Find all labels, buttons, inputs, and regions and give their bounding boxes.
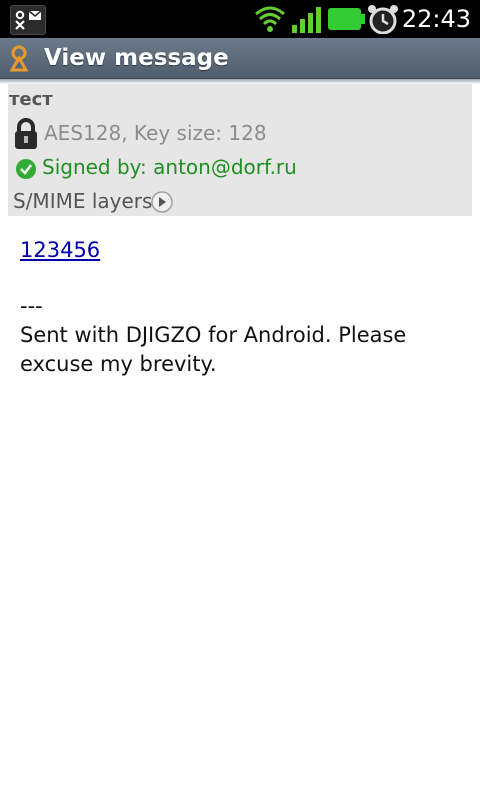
check-circle-icon (15, 158, 37, 184)
signature-line-1: Sent with DJIGZO for Android. Please (20, 323, 407, 347)
message-header: тест AES128, Key size: 128 Signed by: an… (8, 84, 472, 216)
notification-icon[interactable] (10, 5, 46, 35)
signed-by: Signed by: anton@dorf.ru (42, 155, 297, 179)
expand-arrow-icon[interactable] (151, 191, 173, 217)
signature-line-2: excuse my brevity. (20, 352, 217, 376)
alarm-icon (367, 4, 399, 38)
clock: 22:43 (401, 5, 471, 33)
smime-layers-label[interactable]: S/MIME layers (13, 188, 152, 214)
message-body: --- Sent with DJIGZO for Android. Please… (20, 292, 465, 379)
encryption-info: AES128, Key size: 128 (44, 121, 267, 145)
lock-icon (14, 118, 38, 154)
status-bar: 22:43 (0, 0, 480, 38)
body-separator: --- (20, 294, 43, 318)
signal-icon (291, 5, 325, 37)
title-bar: View message (0, 38, 480, 79)
message-subject: тест (9, 89, 53, 110)
battery-icon (328, 8, 366, 34)
app-icon (6, 44, 32, 76)
wifi-icon (254, 5, 286, 37)
page-title: View message (44, 45, 229, 71)
body-link[interactable]: 123456 (20, 236, 100, 264)
